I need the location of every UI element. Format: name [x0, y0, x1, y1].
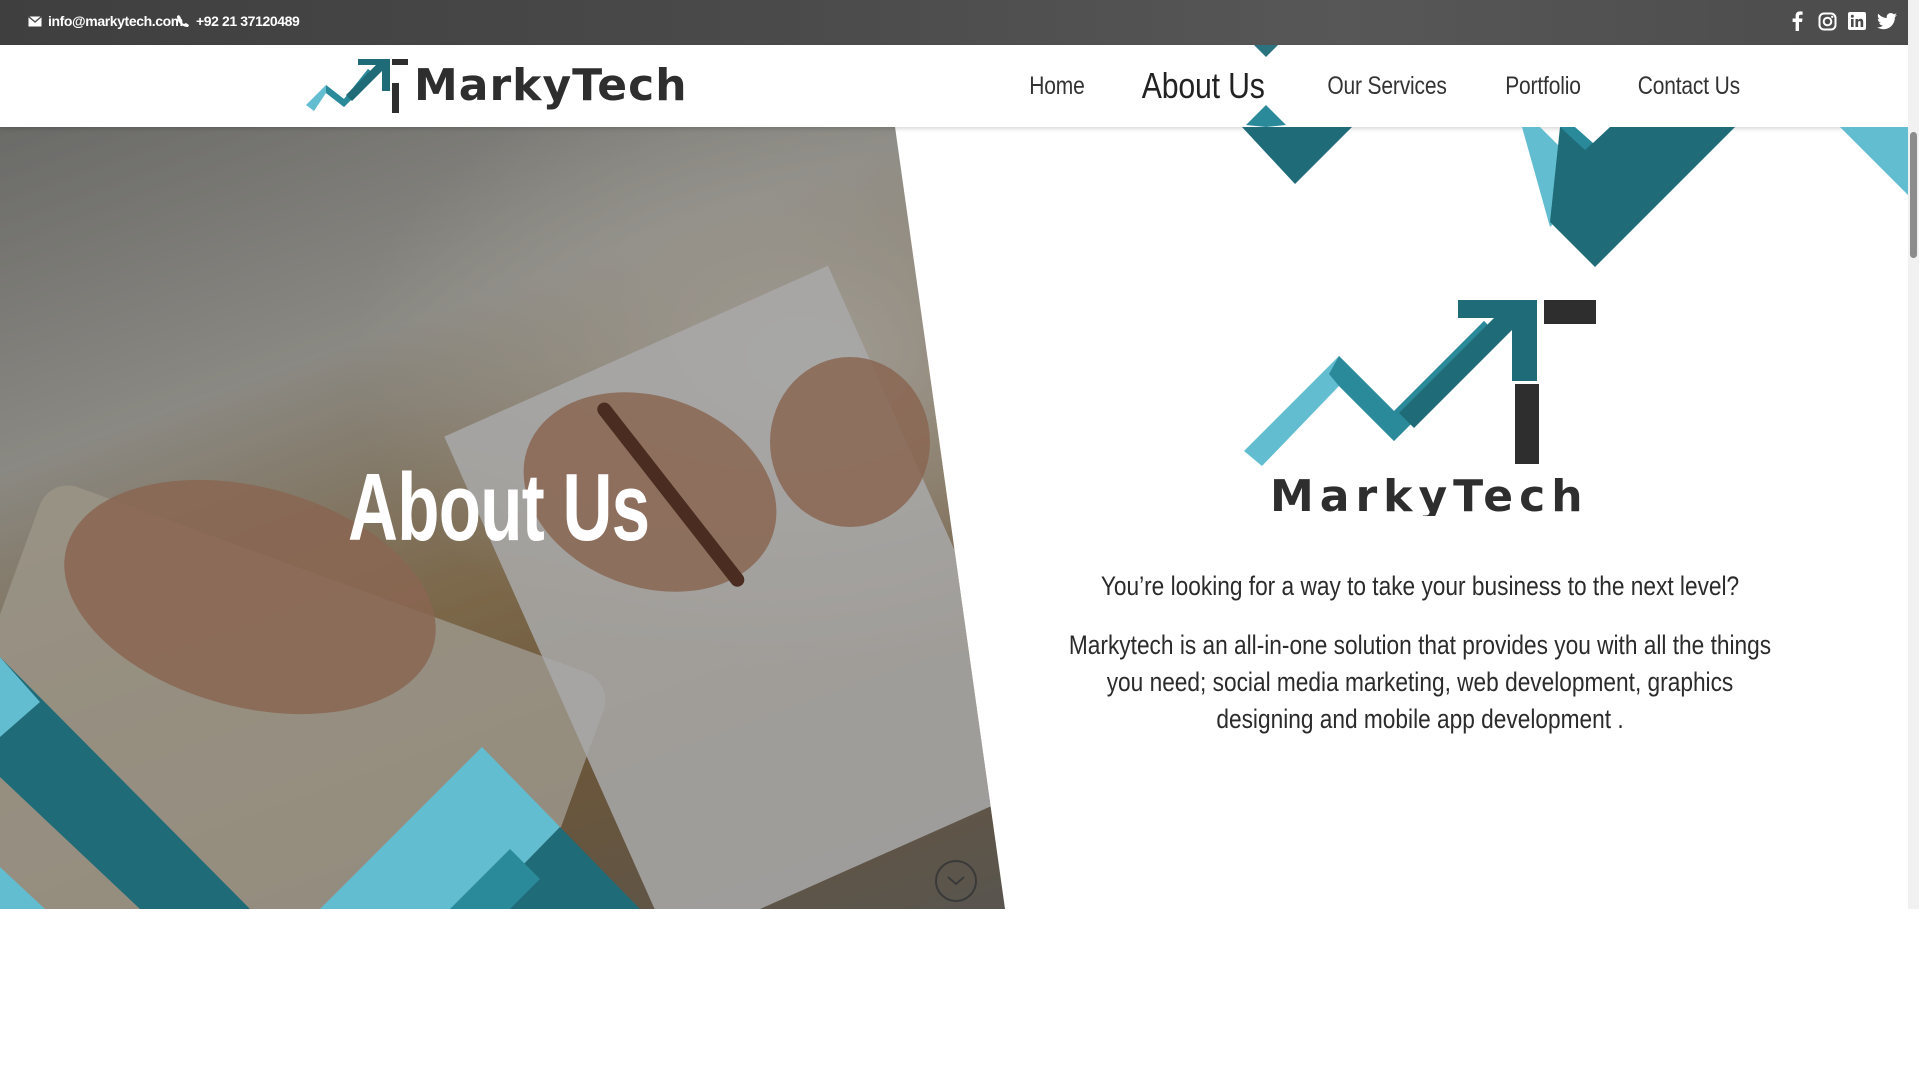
social-links [1787, 11, 1897, 31]
envelope-icon [28, 15, 42, 26]
scrollbar-thumb[interactable] [1910, 132, 1917, 258]
top-contact-bar: info@markytech.com +92 21 37120489 [0, 0, 1919, 45]
nav-our-services[interactable]: Our Services [1328, 72, 1448, 101]
nav-menu: Home About Us Our Services Portfolio Con… [1024, 45, 1750, 127]
nav-about-us[interactable]: About Us [1142, 65, 1265, 107]
header-logo[interactable]: MarkyTech [306, 55, 688, 117]
markytech-logo-large: MarkyTech [1244, 300, 1596, 522]
markytech-logo-mark [306, 59, 408, 113]
twitter-icon[interactable] [1877, 11, 1897, 31]
phone-contact[interactable]: +92 21 37120489 [176, 13, 300, 29]
about-logo: MarkyTech [1244, 296, 1604, 522]
page-scrollbar[interactable] [1908, 0, 1919, 909]
about-description: Markytech is an all-in-one solution that… [1068, 630, 1772, 734]
scroll-down-button[interactable] [935, 860, 977, 902]
brand-name: MarkyTech [414, 60, 688, 111]
facebook-icon[interactable] [1787, 11, 1807, 31]
chevron-down-icon [947, 876, 965, 886]
instagram-icon[interactable] [1817, 11, 1837, 31]
main-navbar: MarkyTech Home About Us Our Services Por… [0, 45, 1908, 127]
phone-text: +92 21 37120489 [196, 13, 300, 29]
nav-portfolio[interactable]: Portfolio [1506, 72, 1582, 101]
about-tagline: You’re looking for a way to take your bu… [1100, 571, 1740, 601]
logo-wordmark: MarkyTech [1270, 471, 1589, 516]
linkedin-icon[interactable] [1847, 11, 1867, 31]
email-text: info@markytech.com [48, 13, 183, 29]
email-contact[interactable]: info@markytech.com [28, 13, 183, 29]
phone-icon [177, 15, 189, 27]
nav-home[interactable]: Home [1029, 72, 1085, 101]
hero-title: About Us [348, 454, 650, 561]
nav-contact-us[interactable]: Contact Us [1638, 72, 1740, 101]
